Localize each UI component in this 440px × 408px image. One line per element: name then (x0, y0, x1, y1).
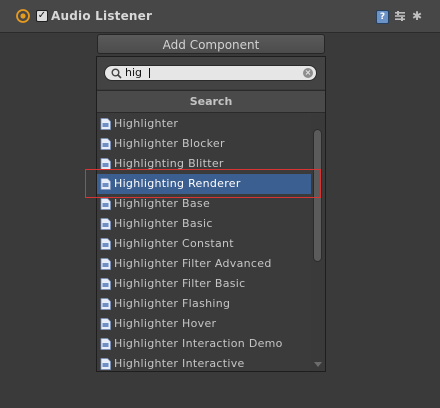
script-icon (100, 218, 111, 230)
list-item[interactable]: Highlighter Hover (97, 314, 311, 334)
list-item[interactable]: Highlighter Filter Advanced (97, 254, 311, 274)
search-input[interactable] (125, 66, 295, 80)
list-item-label: Highlighting Blitter (114, 157, 224, 170)
scrollbar-thumb[interactable] (313, 129, 322, 262)
script-icon (100, 158, 111, 170)
list-item-label: Highlighter Flashing (114, 297, 231, 310)
list-item-label: Highlighting Renderer (114, 177, 241, 190)
list-item-label: Highlighter Filter Basic (114, 277, 246, 290)
script-icon (100, 238, 111, 250)
search-icon (111, 68, 122, 79)
list-item-label: Highlighter Interaction Demo (114, 337, 283, 350)
list-item[interactable]: Highlighter Flashing (97, 294, 311, 314)
list-item[interactable]: Highlighter Interaction Demo (97, 334, 311, 354)
search-area: × (97, 57, 325, 89)
audio-listener-icon (16, 9, 30, 23)
script-icon (100, 138, 111, 150)
component-header[interactable]: ✓ Audio Listener ? ✱ (0, 0, 440, 33)
script-icon (100, 358, 111, 370)
list-item[interactable]: Highlighter (97, 114, 311, 134)
list-item-label: Highlighter (114, 117, 179, 130)
help-icon[interactable]: ? (376, 10, 389, 24)
component-title: Audio Listener (51, 9, 153, 23)
search-field[interactable]: × (104, 65, 317, 81)
list-item[interactable]: Highlighter Basic (97, 214, 311, 234)
list-scrollbar[interactable] (311, 114, 325, 371)
list-item-label: Highlighter Hover (114, 317, 217, 330)
list-item-selected[interactable]: Highlighting Renderer (97, 174, 311, 194)
scroll-down-arrow-icon[interactable] (314, 362, 322, 367)
list-item[interactable]: Highlighter Blocker (97, 134, 311, 154)
gear-icon[interactable]: ✱ (412, 10, 424, 22)
script-icon (100, 338, 111, 350)
script-icon (100, 298, 111, 310)
script-icon (100, 278, 111, 290)
list-item[interactable]: Highlighting Blitter (97, 154, 311, 174)
list-item-label: Highlighter Constant (114, 237, 234, 250)
script-icon (100, 118, 111, 130)
list-item-label: Highlighter Blocker (114, 137, 225, 150)
list-item[interactable]: Highlighter Filter Basic (97, 274, 311, 294)
script-icon (100, 198, 111, 210)
list-item[interactable]: Highlighter Base (97, 194, 311, 214)
script-icon (100, 258, 111, 270)
list-item-label: Highlighter Interactive (114, 357, 245, 370)
component-list: Highlighter Highlighter Blocker Highligh… (97, 114, 311, 371)
add-component-button[interactable]: Add Component (97, 34, 325, 54)
script-icon (100, 178, 111, 190)
list-header: Search (97, 90, 325, 113)
clear-search-icon[interactable]: × (303, 68, 313, 78)
list-item-label: Highlighter Base (114, 197, 211, 210)
preset-icon[interactable] (394, 10, 406, 22)
list-item[interactable]: Highlighter Interactive (97, 354, 311, 371)
list-item-label: Highlighter Filter Advanced (114, 257, 272, 270)
component-enabled-checkbox[interactable]: ✓ (36, 10, 48, 22)
add-component-dropdown: × Search Highlighter Highlighter Blocker… (96, 56, 326, 372)
list-item-label: Highlighter Basic (114, 217, 213, 230)
list-item[interactable]: Highlighter Constant (97, 234, 311, 254)
text-caret (149, 68, 150, 78)
script-icon (100, 318, 111, 330)
